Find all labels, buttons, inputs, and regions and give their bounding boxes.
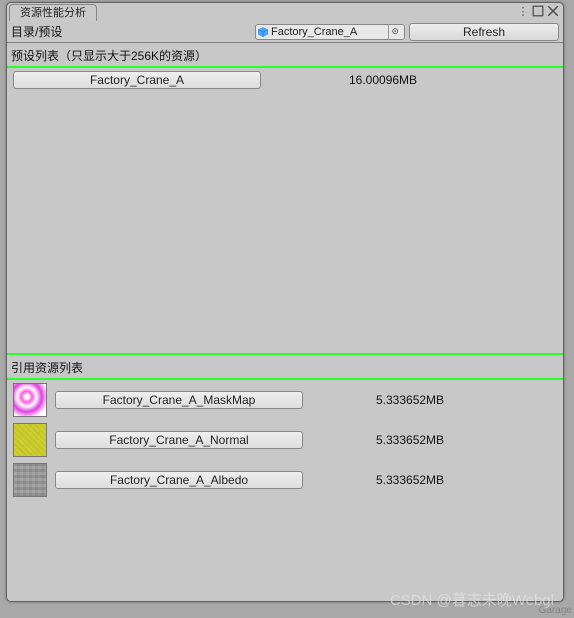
list-item: Factory_Crane_A_MaskMap 5.333652MB: [7, 380, 563, 420]
window-controls: ⋮: [517, 3, 563, 17]
object-field[interactable]: Factory_Crane_A: [255, 24, 405, 40]
ref-item-size: 5.333652MB: [376, 473, 444, 487]
ref-item-button[interactable]: Factory_Crane_A_Normal: [55, 431, 303, 449]
menu-icon[interactable]: ⋮: [517, 5, 529, 17]
titlebar: 资源性能分析 ⋮: [7, 3, 563, 21]
preset-item-button[interactable]: Factory_Crane_A: [13, 71, 261, 89]
preset-item-size: 16.00096MB: [349, 73, 417, 87]
toolbar: 目录/预设 Factory_Crane_A Refresh: [7, 21, 563, 43]
texture-thumbnail[interactable]: [13, 463, 47, 497]
prefab-cube-icon: [258, 27, 268, 37]
ref-item-button[interactable]: Factory_Crane_A_MaskMap: [55, 391, 303, 409]
object-name: Factory_Crane_A: [271, 26, 388, 38]
ref-item-button[interactable]: Factory_Crane_A_Albedo: [55, 471, 303, 489]
maximize-icon[interactable]: [532, 5, 544, 17]
ref-item-size: 5.333652MB: [376, 433, 444, 447]
texture-thumbnail[interactable]: [13, 423, 47, 457]
window-tab[interactable]: 资源性能分析: [9, 4, 97, 21]
reference-list: Factory_Crane_A_MaskMap 5.333652MB Facto…: [7, 380, 563, 601]
preset-section-label: 预设列表（只显示大于256K的资源）: [7, 43, 563, 66]
ref-item-size: 5.333652MB: [376, 393, 444, 407]
bg-label: Garage: [539, 605, 572, 616]
close-icon[interactable]: [547, 5, 559, 17]
preset-list: Factory_Crane_A 16.00096MB: [7, 68, 563, 353]
editor-window: 资源性能分析 ⋮ 目录/预设 Factory_Crane_A Refresh 预…: [6, 2, 564, 602]
path-label: 目录/预设: [11, 23, 62, 40]
refresh-button[interactable]: Refresh: [409, 23, 559, 41]
ref-section-label: 引用资源列表: [7, 355, 563, 378]
texture-thumbnail[interactable]: [13, 383, 47, 417]
list-item: Factory_Crane_A_Normal 5.333652MB: [7, 420, 563, 460]
object-picker-icon[interactable]: [388, 25, 402, 39]
list-item: Factory_Crane_A_Albedo 5.333652MB: [7, 460, 563, 500]
list-item: Factory_Crane_A 16.00096MB: [7, 68, 563, 92]
